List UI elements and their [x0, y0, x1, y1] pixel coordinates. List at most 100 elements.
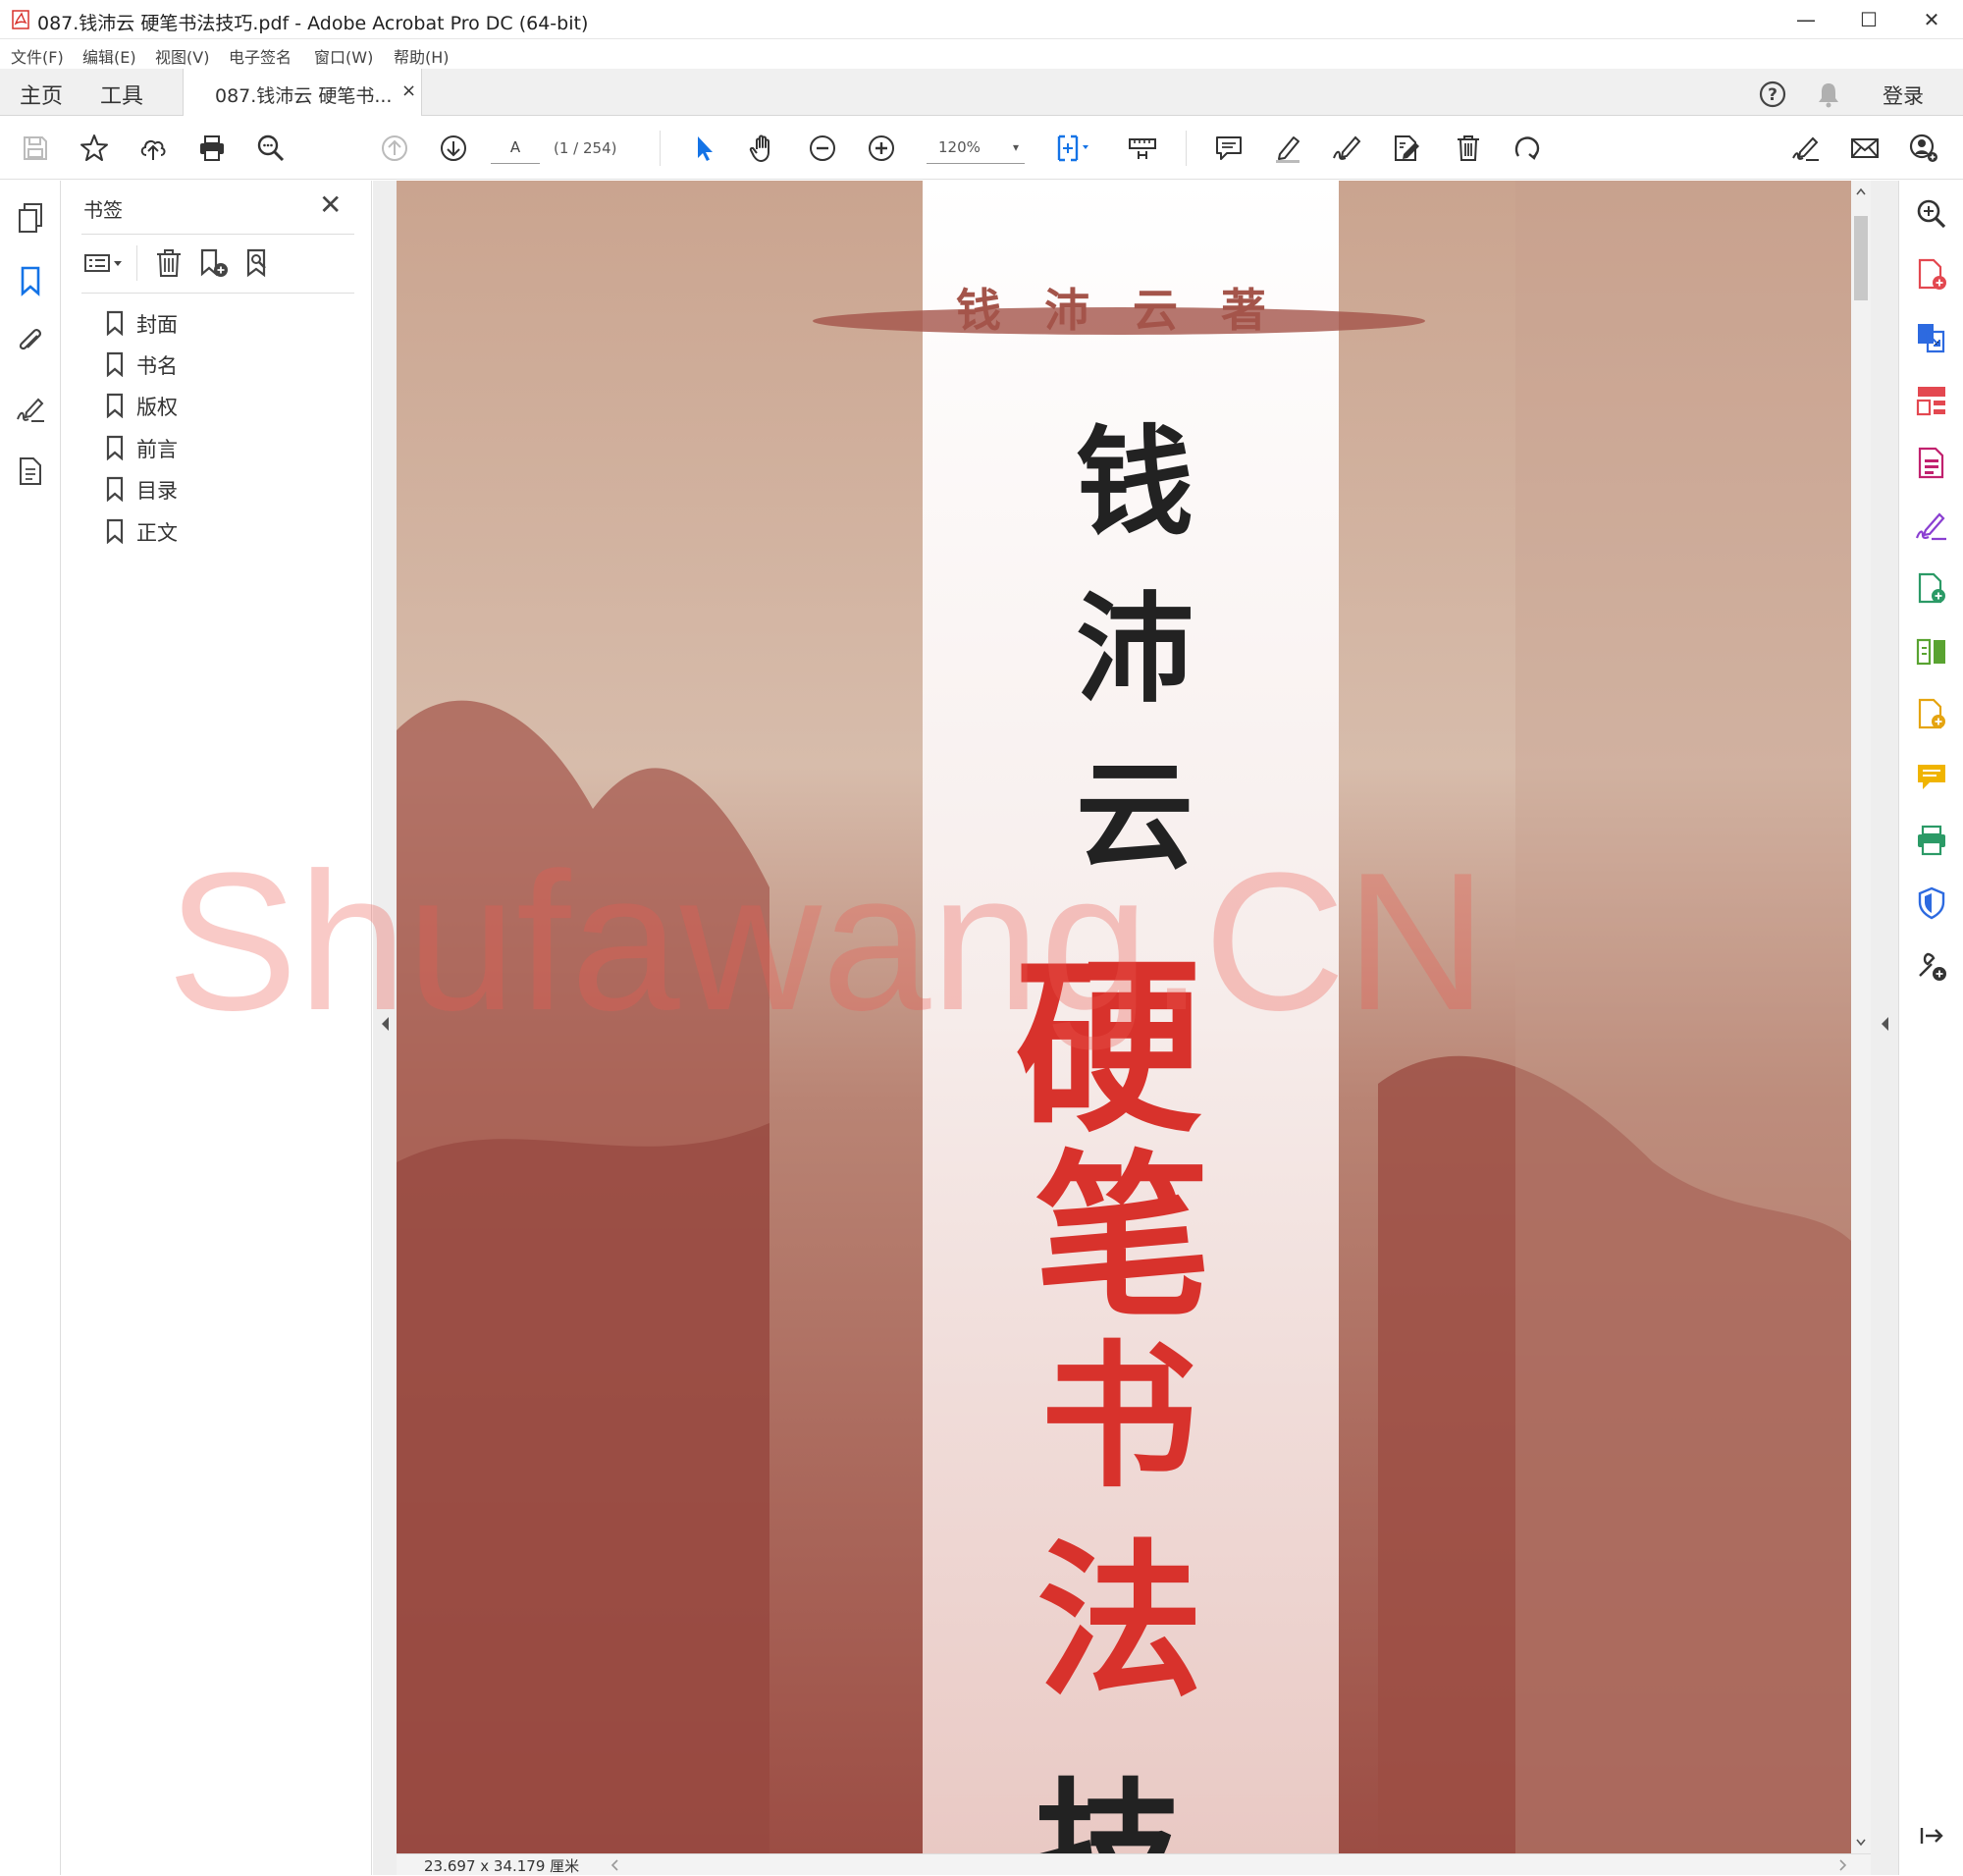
delete-icon[interactable]	[1451, 131, 1486, 166]
zoom-out-icon[interactable]	[805, 131, 840, 166]
bookmark-label: 目录	[136, 479, 178, 503]
toolbar-divider	[660, 131, 661, 166]
compare-files-icon[interactable]	[1914, 634, 1949, 670]
author-name-char: 沛	[1076, 580, 1194, 719]
maximize-button[interactable]: ☐	[1837, 0, 1900, 39]
create-pdf-icon[interactable]	[1914, 257, 1949, 293]
author-name-char: 钱	[1076, 413, 1194, 552]
bookmark-item[interactable]: 正文	[101, 510, 356, 550]
page-thumbnails-icon[interactable]	[13, 200, 48, 236]
bookmark-item[interactable]: 前言	[101, 427, 356, 466]
select-cursor-icon[interactable]	[687, 131, 722, 166]
stamp-icon[interactable]	[1388, 131, 1423, 166]
page-count: (1 / 254)	[554, 139, 617, 157]
document-properties-icon[interactable]	[13, 454, 48, 489]
zoom-value: 120%	[938, 138, 981, 156]
next-page-icon[interactable]	[436, 131, 471, 166]
new-bookmark-icon[interactable]	[193, 241, 235, 285]
zoom-select[interactable]: 120% ▾	[927, 131, 1025, 164]
menu-edit[interactable]: 编辑(E)	[82, 44, 136, 68]
close-panel-button[interactable]: ✕	[319, 188, 342, 221]
previous-page-icon[interactable]	[377, 131, 412, 166]
bookmark-item[interactable]: 版权	[101, 385, 356, 424]
divider	[136, 245, 137, 281]
signature-icon[interactable]	[13, 391, 48, 426]
collapse-right-arrow-icon[interactable]	[1879, 1015, 1890, 1033]
tab-document[interactable]: 087.钱沛云 硬笔书... ×	[183, 69, 422, 116]
minimize-button[interactable]: —	[1775, 0, 1837, 39]
scroll-thumb[interactable]	[1854, 216, 1868, 300]
bookmark-label: 版权	[136, 396, 178, 419]
delete-bookmark-icon[interactable]	[148, 241, 189, 285]
bookmark-label: 前言	[136, 438, 178, 461]
save-icon[interactable]	[18, 131, 53, 166]
bookmark-label: 书名	[136, 354, 178, 378]
author-line: 钱 沛 云 著	[956, 284, 1281, 337]
tab-home[interactable]: 主页	[20, 79, 63, 110]
scroll-down-arrow-icon[interactable]	[1856, 1838, 1866, 1848]
collapse-panel-icon[interactable]	[1914, 1818, 1949, 1853]
tab-tools[interactable]: 工具	[100, 79, 143, 110]
bookmark-item[interactable]: 目录	[101, 468, 356, 508]
search-text-icon[interactable]	[253, 131, 289, 166]
comment-tool-icon[interactable]	[1914, 760, 1949, 795]
menu-view[interactable]: 视图(V)	[155, 44, 209, 68]
hand-tool-icon[interactable]	[746, 131, 781, 166]
combine-files-icon[interactable]	[1914, 697, 1949, 732]
close-window-button[interactable]: ✕	[1900, 0, 1963, 39]
scroll-left-arrow-icon[interactable]	[610, 1859, 620, 1871]
search-zoom-icon[interactable]	[1914, 196, 1949, 232]
svg-text:?: ?	[1768, 85, 1777, 105]
menu-file[interactable]: 文件(F)	[11, 44, 64, 68]
fit-page-icon[interactable]	[1050, 131, 1099, 166]
organize-pages-icon[interactable]	[1914, 383, 1949, 418]
measure-tool-icon[interactable]	[1125, 131, 1160, 166]
send-for-review-icon[interactable]	[1914, 571, 1949, 607]
fill-sign-icon[interactable]	[1788, 131, 1824, 166]
window-title: 087.钱沛云 硬笔书法技巧.pdf - Adobe Acrobat Pro D…	[37, 13, 589, 34]
highlight-pen-icon[interactable]	[1270, 131, 1305, 166]
help-icon[interactable]: ?	[1758, 80, 1787, 109]
scroll-up-arrow-icon[interactable]	[1856, 187, 1866, 196]
vertical-scrollbar[interactable]	[1851, 181, 1871, 1853]
page-number-input[interactable]: A	[491, 131, 540, 164]
print-icon[interactable]	[194, 131, 230, 166]
divider	[81, 293, 354, 294]
tab-close-button[interactable]: ×	[401, 80, 416, 101]
zoom-in-icon[interactable]	[864, 131, 899, 166]
collapse-left-arrow-icon[interactable]	[379, 1015, 391, 1033]
edit-pdf-icon[interactable]	[1914, 446, 1949, 481]
print-production-icon[interactable]	[1914, 823, 1949, 858]
tab-document-label: 087.钱沛云 硬笔书...	[215, 85, 393, 107]
scroll-right-arrow-icon[interactable]	[1837, 1859, 1847, 1871]
left-panel-gutter	[373, 181, 397, 1875]
menu-help[interactable]: 帮助(H)	[394, 44, 450, 68]
find-bookmark-icon[interactable]	[239, 241, 280, 285]
notification-bell-icon[interactable]	[1814, 80, 1843, 109]
more-tools-icon[interactable]	[1914, 948, 1949, 984]
menu-bar: 文件(F) 编辑(E) 视图(V) 电子签名 窗口(W) 帮助(H)	[0, 39, 1963, 69]
login-link[interactable]: 登录	[1883, 80, 1924, 110]
menu-esign[interactable]: 电子签名	[229, 44, 292, 68]
document-viewer[interactable]: 钱 沛 云 著 钱 沛 云 硬 笔 书 法 技	[397, 181, 1851, 1853]
title-char: 书	[1040, 1324, 1198, 1509]
protect-shield-icon[interactable]	[1914, 885, 1949, 921]
comment-icon[interactable]	[1211, 131, 1247, 166]
export-pdf-icon[interactable]	[1914, 320, 1949, 355]
pdf-app-icon	[12, 10, 29, 29]
rotate-icon[interactable]	[1510, 131, 1545, 166]
bookmark-item[interactable]: 书名	[101, 344, 356, 383]
bookmarks-icon[interactable]	[13, 263, 48, 298]
email-icon[interactable]	[1847, 131, 1883, 166]
menu-window[interactable]: 窗口(W)	[314, 44, 373, 68]
tab-bar: 主页 工具 087.钱沛云 硬笔书... × ? 登录	[0, 69, 1963, 116]
star-icon[interactable]	[77, 131, 112, 166]
bookmark-item[interactable]: 封面	[101, 302, 356, 342]
fill-sign-tool-icon[interactable]	[1914, 509, 1949, 544]
bookmarks-panel-title: 书签	[83, 198, 123, 222]
bookmark-options-icon[interactable]	[80, 241, 131, 285]
share-user-icon[interactable]	[1906, 131, 1941, 166]
cloud-upload-icon[interactable]	[135, 131, 171, 166]
attachments-icon[interactable]	[13, 324, 48, 359]
sign-pen-icon[interactable]	[1329, 131, 1364, 166]
